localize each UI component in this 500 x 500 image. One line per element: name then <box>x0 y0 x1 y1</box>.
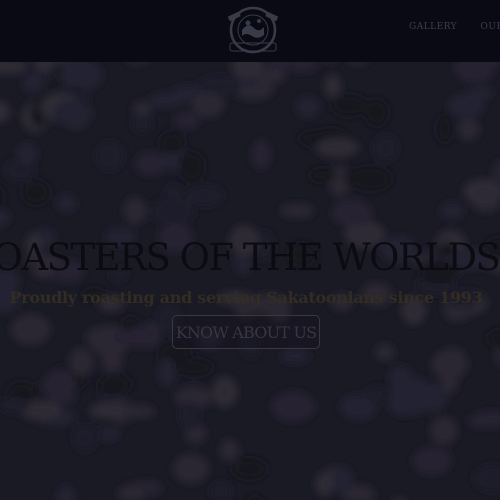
coffee-bean-blob <box>389 376 432 408</box>
hero-section: ROASTERS OF THE WORLDS F Proudly roastin… <box>0 62 500 500</box>
coffee-beans-background <box>0 62 500 500</box>
coffee-bean-blob <box>331 199 373 227</box>
coffee-bean-blob <box>372 135 399 162</box>
coffee-bean-blob <box>280 203 314 218</box>
coffee-bean-blob <box>365 386 388 402</box>
coffee-bean-blob <box>49 391 76 404</box>
coffee-bean-blob <box>448 93 485 119</box>
coffee-bean-blob <box>16 142 38 166</box>
coffee-bean-blob <box>149 92 185 108</box>
coffee-bean-blob <box>53 100 93 127</box>
coffee-bean-blob <box>191 92 224 118</box>
nav-link-our[interactable]: OUR <box>481 22 500 32</box>
coffee-bean-blob <box>330 94 368 117</box>
coffee-bean-blob <box>0 396 30 414</box>
coffee-bean-blob <box>131 114 152 133</box>
coffee-bean-blob <box>412 447 452 475</box>
coffee-bean-blob <box>89 402 125 419</box>
coffee-bean-blob <box>123 197 147 224</box>
coffee-bean-blob <box>173 111 200 129</box>
coffee-bean-blob <box>99 427 120 441</box>
roastery-logo-icon[interactable] <box>224 2 282 58</box>
coffee-bean-blob <box>458 118 480 141</box>
coffee-bean-blob <box>158 357 176 388</box>
coffee-bean-blob <box>296 96 320 118</box>
roastery-logo-graphic <box>227 6 279 54</box>
coffee-bean-blob <box>315 471 334 497</box>
coffee-bean-blob <box>97 374 132 395</box>
coffee-bean-blob <box>86 328 106 347</box>
know-about-us-button[interactable]: KNOW ABOUT US <box>172 315 320 349</box>
coffee-bean-blob <box>315 137 359 158</box>
coffee-bean-blob <box>374 344 395 361</box>
coffee-bean-blob <box>159 131 185 154</box>
coffee-bean-blob <box>73 425 98 452</box>
coffee-bean-blob <box>324 74 341 98</box>
coffee-bean-blob <box>251 140 271 170</box>
coffee-bean-blob <box>151 197 195 226</box>
coffee-bean-blob <box>309 168 336 183</box>
coffee-bean-blob <box>331 466 353 493</box>
coffee-bean-blob <box>69 348 94 377</box>
coffee-bean-blob <box>440 202 464 219</box>
coffee-bean-blob <box>280 349 310 363</box>
hero-subtitle: Proudly roasting and serving Sakatoonian… <box>9 288 483 307</box>
coffee-bean-blob <box>212 376 238 408</box>
coffee-bean-blob <box>132 101 152 117</box>
nav-link-gallery[interactable]: GALLERY <box>409 22 457 32</box>
coffee-bean-blob <box>135 151 166 176</box>
coffee-bean-blob <box>231 458 267 480</box>
coffee-bean-blob <box>430 416 458 445</box>
main-nav: GALLERY OUR <box>409 22 500 32</box>
coffee-bean-blob <box>364 98 389 127</box>
coffee-bean-blob <box>271 391 315 422</box>
coffee-bean-blob <box>185 185 224 207</box>
coffee-bean-blob <box>431 349 468 380</box>
hero-title: ROASTERS OF THE WORLDS F <box>0 236 500 279</box>
coffee-bean-blob <box>21 179 50 206</box>
coffee-bean-blob <box>173 454 209 484</box>
top-navbar: GALLERY OUR <box>0 0 500 62</box>
coffee-bean-blob <box>95 141 124 171</box>
coffee-bean-blob <box>345 167 389 189</box>
coffee-bean-blob <box>436 114 453 144</box>
coffee-bean-blob <box>179 151 205 182</box>
coffee-bean-blob <box>22 74 44 93</box>
coffee-bean-blob <box>56 194 77 213</box>
coffee-bean-blob <box>179 401 200 430</box>
coffee-bean-blob <box>11 313 51 345</box>
coffee-bean-blob <box>113 330 134 344</box>
coffee-bean-blob <box>219 439 239 462</box>
